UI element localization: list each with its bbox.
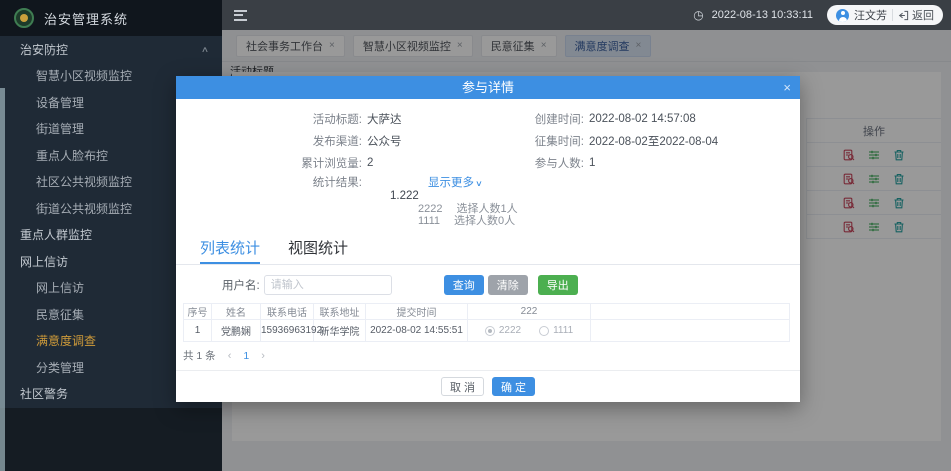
col-question: 222 [468,304,591,320]
col-address: 联系地址 [314,304,366,320]
chevron-up-icon: ∧ [201,45,209,54]
username-input[interactable] [264,275,392,295]
table-row: 1 党鹏娴 15936963192 新华学院 2022-08-02 14:55:… [184,320,790,342]
sidebar-scrollbar[interactable] [0,88,5,471]
exit-icon [898,10,909,21]
stat-option-row: 1111 选择人数0人 [176,215,800,227]
page-number[interactable]: 1 [243,350,249,362]
filter-row: 用户名: 查询 清除 导出 [222,274,800,296]
modal-footer: 取 消 确 定 [176,370,800,402]
cancel-button[interactable]: 取 消 [441,377,484,396]
header-datetime: 2022-08-13 10:33:11 [712,9,813,21]
username-label: 用户名: [222,277,260,293]
close-icon[interactable]: × [783,76,791,99]
participants-table: 序号 姓名 联系电话 联系地址 提交时间 222 1 党鹏娴 159369631… [183,303,790,342]
answer-radio-group: 2222 1111 [468,325,590,336]
username: 汪文芳 [854,7,887,23]
clock-icon: ◷ [693,9,703,21]
app-title: 治安管理系统 [44,9,128,28]
modal-title: 参与详情 [176,76,800,99]
col-no: 序号 [184,304,212,320]
show-more-link[interactable]: 显示更多∨ [428,174,482,190]
top-header-bar: ◷ 2022-08-13 10:33:11 汪文芳 返回 [222,0,951,30]
pill-divider [892,9,893,21]
radio-unselected-icon [539,326,549,336]
export-button[interactable]: 导出 [538,275,578,295]
total-count: 共 1 条 [183,348,216,363]
col-name: 姓名 [212,304,261,320]
logout-back-button[interactable]: 返回 [898,7,934,23]
app-logo: 治安管理系统 [0,0,222,36]
next-page-icon[interactable]: › [261,350,265,362]
table-header-row: 序号 姓名 联系电话 联系地址 提交时间 222 [184,304,790,320]
detail-row: 发布渠道: 公众号 征集时间: 2022-08-02至2022-08-04 [252,130,800,152]
sidebar-item-public-security[interactable]: 治安防控∧ [0,36,222,63]
radio-option[interactable]: 1111 [539,325,573,336]
radio-option[interactable]: 2222 [485,325,521,336]
col-empty [591,304,790,320]
user-avatar-icon [836,9,849,22]
detail-row: 累计浏览量: 2 参与人数: 1 [252,152,800,174]
radio-selected-icon [485,326,495,336]
pagination: 共 1 条 ‹ 1 › [183,348,800,363]
header-right: ◷ 2022-08-13 10:33:11 汪文芳 返回 [693,5,943,25]
caret-down-icon: ∨ [475,179,483,188]
confirm-button[interactable]: 确 定 [492,377,535,396]
modal-header: 参与详情 × [176,76,800,99]
police-badge-icon [14,8,34,28]
search-button[interactable]: 查询 [444,275,484,295]
detail-row: 活动标题: 大萨达 创建时间: 2022-08-02 14:57:08 [252,108,800,130]
stat-option-row: 2222 选择人数1人 [176,203,800,215]
detail-row: 统计结果: 显示更多∨ [252,174,800,190]
collapse-menu-icon[interactable] [234,10,247,21]
modal-tabs: 列表统计 视图统计 [176,235,800,265]
tab-view-statistics[interactable]: 视图统计 [288,235,348,264]
tab-list-statistics[interactable]: 列表统计 [200,235,260,264]
detail-grid: 活动标题: 大萨达 创建时间: 2022-08-02 14:57:08 发布渠道… [176,99,800,190]
participation-detail-modal: 参与详情 × 活动标题: 大萨达 创建时间: 2022-08-02 14:57:… [176,76,800,402]
filter-buttons: 查询 清除 导出 [444,275,578,295]
clear-button[interactable]: 清除 [488,275,528,295]
col-phone: 联系电话 [261,304,314,320]
stat-question: 1.222 [176,190,800,203]
user-pill[interactable]: 汪文芳 返回 [827,5,943,25]
prev-page-icon[interactable]: ‹ [228,350,232,362]
col-submit-time: 提交时间 [366,304,468,320]
